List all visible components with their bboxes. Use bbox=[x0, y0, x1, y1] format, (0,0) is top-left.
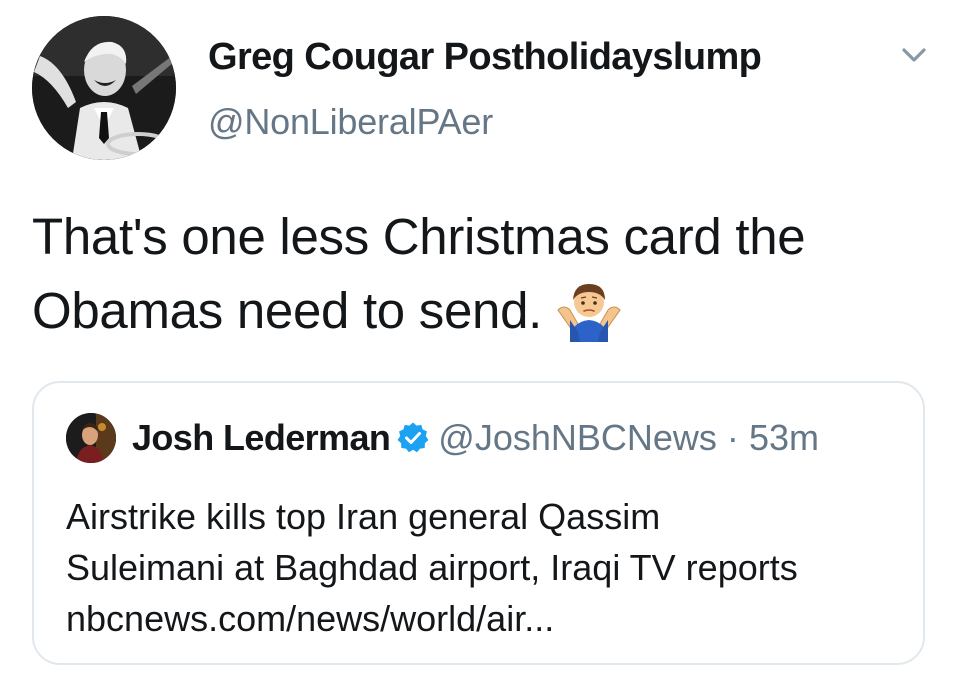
quoted-author-name[interactable]: Josh Lederman bbox=[132, 417, 391, 458]
author-handle[interactable]: @NonLiberalPAer bbox=[208, 101, 493, 143]
quoted-tweet-card[interactable]: Josh Lederman @JoshNBCNews · 53m Airstri… bbox=[32, 381, 925, 665]
author-display-name[interactable]: Greg Cougar Postholidayslump bbox=[208, 36, 762, 79]
tweet-text-line-2: Obamas need to send. bbox=[32, 274, 932, 348]
tweet-text: That's one less Christmas card the Obama… bbox=[32, 200, 932, 348]
verified-badge-icon bbox=[396, 421, 430, 455]
person-shrugging-icon bbox=[556, 280, 622, 342]
quoted-text-line-2: Suleimani at Baghdad airport, Iraqi TV r… bbox=[66, 547, 798, 588]
quoted-tweet-link[interactable]: nbcnews.com/news/world/air... bbox=[66, 593, 906, 644]
separator-dot: · bbox=[717, 417, 749, 458]
quoted-text-line-1: Airstrike kills top Iran general Qassim bbox=[66, 496, 661, 537]
chevron-down-icon[interactable] bbox=[896, 40, 932, 70]
tweet: Greg Cougar Postholidayslump @NonLiberal… bbox=[0, 0, 960, 678]
separator-dot-text: · bbox=[726, 417, 739, 458]
quoted-tweet-timestamp[interactable]: 53m bbox=[749, 417, 819, 458]
quoted-tweet-text: Airstrike kills top Iran general Qassim … bbox=[66, 491, 906, 644]
quoted-author-handle[interactable]: @JoshNBCNews bbox=[438, 417, 717, 458]
quoted-author-avatar[interactable] bbox=[66, 413, 116, 463]
tweet-text-line-1: That's one less Christmas card the bbox=[32, 208, 806, 265]
author-avatar[interactable] bbox=[32, 16, 176, 160]
quoted-tweet-header: Josh Lederman @JoshNBCNews · 53m bbox=[132, 417, 819, 459]
tweet-text-line-2-text: Obamas need to send. bbox=[32, 282, 543, 339]
